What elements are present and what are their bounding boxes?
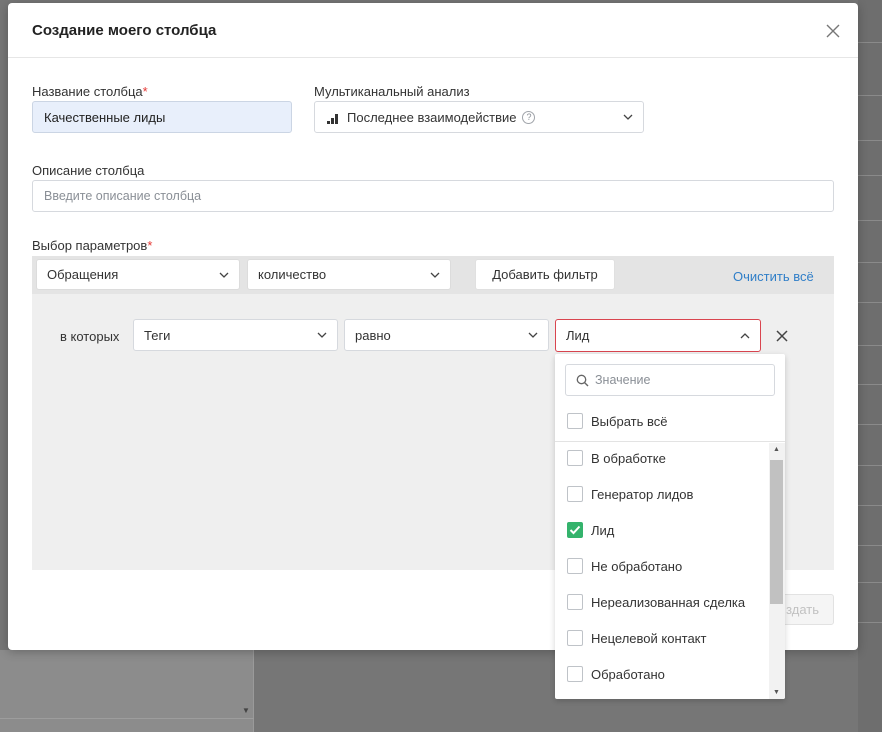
- filter-field-select[interactable]: Теги: [133, 319, 338, 351]
- background-page-strip: [858, 0, 882, 732]
- dropdown-divider: [555, 441, 785, 442]
- checkbox[interactable]: [567, 413, 583, 429]
- option-item[interactable]: Нецелевой контакт: [567, 628, 706, 648]
- checkbox[interactable]: [567, 630, 583, 646]
- checkmark-icon: [569, 525, 581, 535]
- select-all-label: Выбрать всё: [591, 413, 668, 429]
- background-scroll-down-icon: ▼: [242, 706, 250, 715]
- params-label-text: Выбор параметров: [32, 238, 148, 253]
- option-item[interactable]: Обработано: [567, 664, 665, 684]
- option-label: Обработано: [591, 666, 665, 682]
- checkbox[interactable]: [567, 594, 583, 610]
- close-icon[interactable]: [822, 20, 844, 42]
- required-mark: *: [142, 84, 148, 99]
- background-panel: [0, 650, 254, 732]
- description-label: Описание столбца: [32, 163, 145, 178]
- value-search-input[interactable]: Значение: [565, 364, 775, 396]
- option-label: Нереализованная сделка: [591, 594, 746, 610]
- chevron-down-icon: [219, 271, 229, 279]
- source-select-value: Обращения: [47, 267, 119, 282]
- checkbox[interactable]: [567, 450, 583, 466]
- option-label: Нецелевой контакт: [591, 630, 707, 646]
- scroll-up-icon[interactable]: ▲: [773, 446, 780, 453]
- option-item[interactable]: Нереализованная сделка: [567, 592, 745, 612]
- params-label: Выбор параметров*: [32, 238, 152, 253]
- checkbox[interactable]: [567, 486, 583, 502]
- checkbox-checked[interactable]: [567, 522, 583, 538]
- filter-field-value: Теги: [144, 327, 171, 343]
- option-label: Не обработано: [591, 558, 683, 574]
- column-name-label-text: Название столбца: [32, 84, 143, 99]
- option-item[interactable]: Не обработано: [567, 556, 682, 576]
- checkbox[interactable]: [567, 558, 583, 574]
- tag-value-dropdown: Значение Выбрать всё В обработке Генерато…: [555, 354, 785, 699]
- description-input[interactable]: Введите описание столбца: [32, 180, 834, 212]
- option-item[interactable]: Генератор лидов: [567, 484, 693, 504]
- chevron-down-icon: [528, 331, 538, 339]
- scroll-down-icon[interactable]: ▼: [773, 689, 780, 696]
- bar-chart-icon: [327, 112, 339, 124]
- option-label: Лид: [591, 522, 615, 538]
- add-filter-button[interactable]: Добавить фильтр: [475, 259, 615, 290]
- column-name-value: Качественные лиды: [44, 109, 166, 125]
- chevron-down-icon: [430, 271, 440, 279]
- filter-prefix: в которых: [60, 329, 120, 344]
- description-placeholder: Введите описание столбца: [44, 189, 202, 203]
- column-name-input[interactable]: Качественные лиды: [32, 101, 292, 133]
- multichannel-select[interactable]: Последнее взаимодействие ?: [314, 101, 644, 133]
- modal-header: Создание моего столбца: [8, 3, 858, 58]
- option-label: Генератор лидов: [591, 486, 694, 502]
- clear-all-link[interactable]: Очистить всё: [733, 269, 814, 284]
- multichannel-value: Последнее взаимодействие: [347, 109, 517, 125]
- chevron-down-icon: [317, 331, 327, 339]
- chevron-down-icon: [623, 113, 633, 121]
- modal-title: Создание моего столбца: [32, 22, 217, 39]
- filter-value-select[interactable]: Лид: [555, 319, 761, 352]
- option-label: В обработке: [591, 450, 666, 466]
- checkbox[interactable]: [567, 666, 583, 682]
- select-all-option[interactable]: Выбрать всё: [567, 411, 667, 431]
- metric-select[interactable]: количество: [247, 259, 451, 290]
- option-item[interactable]: Лид: [567, 520, 614, 540]
- help-icon[interactable]: ?: [522, 110, 536, 124]
- required-mark: *: [147, 238, 153, 253]
- filter-operator-value: равно: [355, 327, 391, 343]
- background-divider: [0, 718, 254, 719]
- params-toolbar: Обращения количество Добавить фильтр Очи…: [32, 256, 834, 294]
- chevron-up-icon: [740, 332, 750, 340]
- scrollbar-thumb[interactable]: [770, 460, 783, 604]
- dropdown-scrollbar[interactable]: ▲ ▼: [769, 443, 785, 699]
- multichannel-label: Мультиканальный анализ: [314, 84, 470, 99]
- option-item[interactable]: В обработке: [567, 448, 666, 468]
- search-placeholder: Значение: [595, 373, 651, 387]
- column-name-label: Название столбца*: [32, 84, 148, 99]
- metric-select-value: количество: [258, 267, 327, 282]
- search-icon: [576, 374, 589, 387]
- remove-filter-icon[interactable]: [775, 329, 789, 343]
- filter-value-value: Лид: [566, 328, 590, 343]
- filter-operator-select[interactable]: равно: [344, 319, 549, 351]
- source-select[interactable]: Обращения: [36, 259, 240, 290]
